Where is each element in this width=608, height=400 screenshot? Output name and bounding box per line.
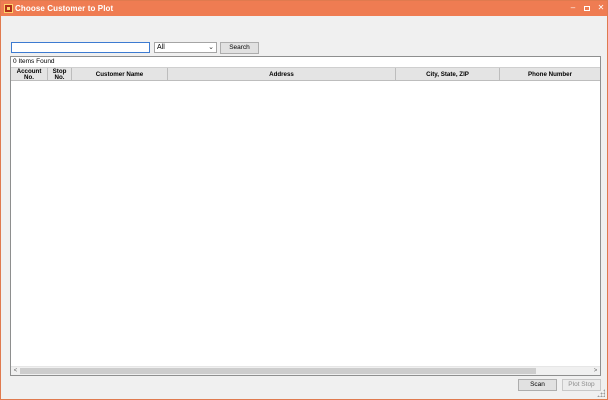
scan-button[interactable]: Scan [518, 379, 557, 391]
choose-customer-window: Choose Customer to Plot – ✕ All ⌄ Search… [0, 0, 608, 400]
column-phone-number[interactable]: Phone Number [500, 68, 600, 81]
list-header: Account No. Stop No. Customer Name Addre… [11, 67, 600, 81]
filter-selected-value: All [157, 44, 165, 51]
column-customer-name[interactable]: Customer Name [72, 68, 168, 81]
scrollbar-thumb[interactable] [20, 368, 536, 374]
customer-list[interactable]: 0 Items Found Account No. Stop No. Custo… [10, 56, 601, 376]
column-address[interactable]: Address [168, 68, 396, 81]
column-stop-no[interactable]: Stop No. [48, 68, 72, 81]
search-input[interactable] [11, 42, 150, 53]
chevron-down-icon: ⌄ [208, 44, 214, 51]
app-icon [4, 4, 13, 13]
maximize-button[interactable] [580, 1, 594, 16]
search-button[interactable]: Search [220, 42, 259, 54]
column-city-state-zip[interactable]: City, State, ZIP [396, 68, 500, 81]
filter-dropdown[interactable]: All ⌄ [154, 42, 217, 53]
items-found-count: 0 Items Found [13, 58, 55, 65]
horizontal-scrollbar[interactable]: < > [11, 366, 600, 375]
minimize-button[interactable]: – [566, 1, 580, 16]
title-bar[interactable]: Choose Customer to Plot – ✕ [1, 1, 607, 16]
scroll-right-icon[interactable]: > [591, 367, 600, 375]
plot-stop-button[interactable]: Plot Stop [562, 379, 601, 391]
column-account-no[interactable]: Account No. [11, 68, 48, 81]
maximize-icon [584, 6, 590, 11]
window-title: Choose Customer to Plot [15, 4, 114, 13]
close-button[interactable]: ✕ [594, 1, 608, 16]
scroll-left-icon[interactable]: < [11, 367, 20, 375]
